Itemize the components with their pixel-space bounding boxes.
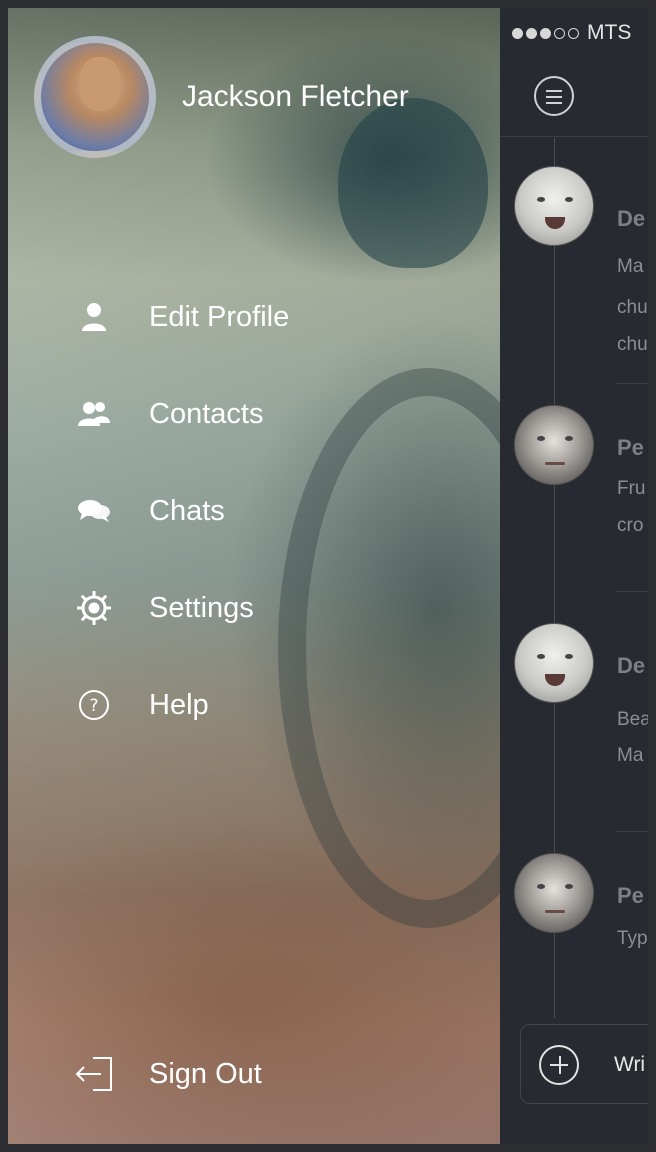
menu-item-settings[interactable]: Settings — [70, 583, 450, 633]
status-bar: MTS — [512, 21, 632, 44]
message-line: cro — [617, 515, 644, 536]
profile-avatar[interactable] — [34, 36, 156, 158]
message-line: Fru — [617, 478, 646, 499]
add-icon[interactable] — [539, 1045, 579, 1085]
menu-item-contacts[interactable]: Contacts — [70, 389, 450, 439]
side-drawer: Jackson Fletcher Edit Profile Contacts C… — [8, 8, 500, 1144]
menu-item-label: Help — [149, 688, 209, 721]
compose-field[interactable]: Wri — [520, 1024, 648, 1104]
avatar — [514, 166, 594, 246]
chat-panel: MTS De Ma chu chu Pe Fru cro De Bea Ma P… — [500, 8, 648, 1144]
gear-icon — [70, 584, 118, 632]
menu-item-chats[interactable]: Chats — [70, 486, 450, 536]
message-line: Typ — [617, 928, 648, 949]
message-divider — [616, 591, 648, 592]
menu-item-help[interactable]: ? Help — [70, 680, 450, 730]
compose-placeholder: Wri — [614, 1053, 646, 1076]
avatar — [514, 853, 594, 933]
menu-item-label: Edit Profile — [149, 300, 290, 333]
message-line: Bea — [617, 709, 648, 730]
sender-name: Pe — [617, 883, 644, 908]
message-line: Ma — [617, 745, 644, 766]
sender-name: Pe — [617, 435, 644, 460]
chat-bubbles-icon — [70, 487, 118, 535]
menu-item-edit-profile[interactable]: Edit Profile — [70, 292, 450, 342]
question-icon: ? — [70, 681, 118, 729]
avatar — [514, 623, 594, 703]
avatar — [514, 405, 594, 485]
user-icon — [70, 293, 118, 341]
message-divider — [616, 383, 648, 384]
sender-name: De — [617, 653, 646, 678]
contacts-icon — [70, 390, 118, 438]
svg-text:?: ? — [89, 696, 98, 716]
message-line: Ma — [617, 256, 644, 277]
hamburger-menu-icon[interactable] — [534, 76, 574, 116]
message-line: chu — [617, 334, 648, 355]
profile-name: Jackson Fletcher — [182, 80, 409, 113]
sender-name: De — [617, 206, 646, 231]
menu-item-label: Chats — [149, 494, 225, 527]
menu-item-label: Sign Out — [149, 1057, 262, 1090]
message-divider — [616, 831, 648, 832]
menu-item-label: Settings — [149, 591, 254, 624]
carrier-label: MTS — [587, 21, 632, 44]
header-divider — [500, 136, 648, 137]
message-line: chu — [617, 297, 648, 318]
background-photo — [338, 98, 488, 268]
signal-strength-icon — [512, 27, 579, 39]
sign-out-icon — [70, 1050, 118, 1098]
menu-item-label: Contacts — [149, 397, 264, 430]
menu-item-sign-out[interactable]: Sign Out — [70, 1049, 450, 1099]
